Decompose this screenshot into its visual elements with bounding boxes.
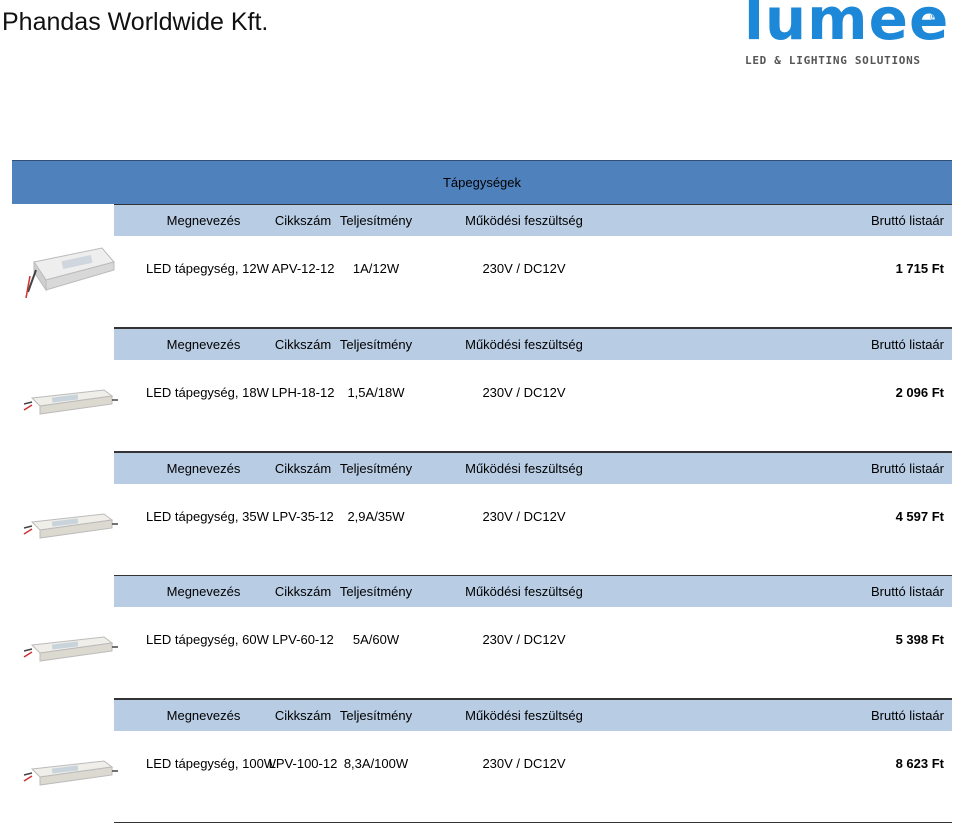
power-supply-image (25, 247, 115, 299)
header-divider (114, 699, 952, 700)
column-header-code: Cikkszám (274, 213, 332, 228)
product-code: LPV-35-12 (272, 509, 334, 524)
product-price: 1 715 Ft (895, 261, 944, 276)
column-header-price: Bruttó listaár (871, 584, 944, 599)
column-header-voltage: Működési feszültség (465, 337, 583, 352)
product-price: 4 597 Ft (895, 509, 944, 524)
product-block: Megnevezés Cikkszám Teljesítmény Működési f… (12, 328, 952, 452)
product-code: LPV-60-12 (272, 632, 334, 647)
column-header-code: Cikkszám (274, 584, 332, 599)
company-name: Phandas Worldwide Kft. (2, 8, 269, 36)
product-code: LPH-18-12 (271, 385, 335, 400)
power-supply-image (23, 760, 118, 786)
column-header-row: Megnevezés Cikkszám Teljesítmény Működési f… (114, 699, 952, 731)
product-voltage: 230V / DC12V (482, 509, 566, 524)
column-header-power: Teljesítmény (339, 708, 413, 723)
section-title-bar: Tápegységek (12, 160, 952, 204)
column-header-row: Megnevezés Cikkszám Teljesítmény Működési f… (114, 204, 952, 236)
product-code: APV-12-12 (271, 261, 335, 276)
column-header-row: Megnevezés Cikkszám Teljesítmény Működési f… (114, 328, 952, 360)
column-header-row: Megnevezés Cikkszám Teljesítmény Működési f… (114, 575, 952, 607)
column-header-power: Teljesítmény (339, 461, 413, 476)
lumee-logo: lumee ® LED & LIGHTING SOLUTIONS (744, 0, 948, 70)
product-voltage: 230V / DC12V (482, 261, 566, 276)
column-header-name: Megnevezés (166, 708, 241, 723)
column-header-voltage: Működési feszültség (465, 213, 583, 228)
product-block: Megnevezés Cikkszám Teljesítmény Működési f… (12, 452, 952, 576)
column-header-name: Megnevezés (166, 461, 241, 476)
product-voltage: 230V / DC12V (482, 632, 566, 647)
product-price: 2 096 Ft (895, 385, 944, 400)
column-header-name: Megnevezés (166, 213, 241, 228)
power-supply-image (23, 636, 118, 662)
product-power: 2,9A/35W (347, 509, 405, 524)
product-code: LPV-100-12 (268, 756, 338, 771)
column-header-power: Teljesítmény (339, 337, 413, 352)
column-header-power: Teljesítmény (339, 213, 413, 228)
section-title: Tápegységek (442, 175, 522, 190)
column-header-voltage: Működési feszültség (465, 584, 583, 599)
product-price: 8 623 Ft (895, 756, 944, 771)
header-divider (114, 452, 952, 453)
column-header-power: Teljesítmény (339, 584, 413, 599)
product-power: 1A/12W (352, 261, 400, 276)
power-supply-image (23, 389, 118, 415)
product-block: Megnevezés Cikkszám Teljesítmény Működési f… (12, 575, 952, 699)
product-block: Megnevezés Cikkszám Teljesítmény Működési f… (12, 204, 952, 328)
column-header-price: Bruttó listaár (871, 708, 944, 723)
product-voltage: 230V / DC12V (482, 756, 566, 771)
product-name: LED tápegység, 60W (146, 632, 269, 647)
column-header-name: Megnevezés (166, 337, 241, 352)
power-supply-image (23, 513, 118, 539)
product-name: LED tápegység, 18W (146, 385, 269, 400)
header-divider (114, 575, 952, 576)
column-header-name: Megnevezés (166, 584, 241, 599)
column-header-code: Cikkszám (274, 461, 332, 476)
column-header-price: Bruttó listaár (871, 461, 944, 476)
column-header-voltage: Működési feszültség (465, 461, 583, 476)
product-power: 8,3A/100W (343, 756, 409, 771)
product-name: LED tápegység, 12W (146, 261, 269, 276)
product-voltage: 230V / DC12V (482, 385, 566, 400)
logo-registered-mark: ® (930, 12, 937, 22)
header-divider (114, 204, 952, 205)
column-header-voltage: Működési feszültség (465, 708, 583, 723)
column-header-code: Cikkszám (274, 337, 332, 352)
column-header-row: Megnevezés Cikkszám Teljesítmény Működési f… (114, 452, 952, 484)
column-header-code: Cikkszám (274, 708, 332, 723)
product-power: 5A/60W (352, 632, 400, 647)
product-name: LED tápegység, 100W (146, 756, 277, 771)
product-block: Megnevezés Cikkszám Teljesítmény Működési f… (12, 699, 952, 823)
column-header-price: Bruttó listaár (871, 337, 944, 352)
logo-tagline: LED & LIGHTING SOLUTIONS (745, 54, 921, 67)
logo-wordmark: lumee (744, 0, 950, 53)
header-divider (114, 328, 952, 329)
product-name: LED tápegység, 35W (146, 509, 269, 524)
column-header-price: Bruttó listaár (871, 213, 944, 228)
product-price: 5 398 Ft (895, 632, 944, 647)
product-power: 1,5A/18W (347, 385, 405, 400)
